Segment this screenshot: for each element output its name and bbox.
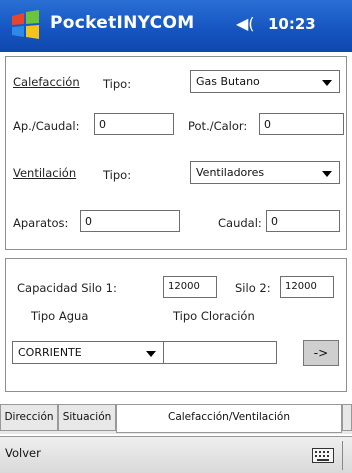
tab-situacion[interactable]: Situación [58, 405, 116, 431]
menu-separator [342, 441, 343, 470]
silo2-label: Silo 2: [235, 281, 271, 295]
tab-calefaccion-ventilacion[interactable]: Calefacción/Ventilación [116, 405, 342, 433]
silo2-input[interactable]: 12000 [280, 276, 334, 298]
keyboard-icon[interactable] [312, 448, 334, 463]
tab-direccion[interactable]: Dirección [0, 405, 58, 431]
heating-type-select[interactable]: Gas Butano [190, 70, 340, 93]
aparatos-label: Aparatos: [13, 216, 69, 230]
caudal-label: Caudal: [218, 216, 262, 230]
chevron-down-icon [322, 171, 332, 177]
tipo-agua-value: CORRIENTE [18, 346, 82, 359]
clock[interactable]: 10:23 [268, 15, 316, 33]
ap-caudal-input[interactable]: 0 [94, 113, 174, 135]
tipo-cloracion-input[interactable] [163, 341, 277, 364]
windows-flag-icon[interactable] [10, 10, 42, 40]
chevron-down-icon [322, 80, 332, 86]
silo1-input[interactable]: 12000 [163, 276, 217, 298]
back-button[interactable]: Volver [5, 446, 41, 460]
tipo-cloracion-label: Tipo Cloración [173, 309, 255, 323]
tipo-agua-select[interactable]: CORRIENTE [12, 341, 164, 364]
tab-overflow[interactable] [342, 405, 352, 431]
ventilation-type-select[interactable]: Ventiladores [190, 161, 340, 184]
aparatos-input[interactable]: 0 [80, 210, 180, 232]
ventilation-type-label: Tipo: [103, 168, 132, 182]
pot-calor-label: Pot./Calor: [188, 119, 248, 133]
pot-calor-input[interactable]: 0 [259, 113, 344, 135]
heating-type-value: Gas Butano [196, 75, 260, 88]
heating-heading: Calefacción [13, 75, 80, 89]
tab-strip: Dirección Situación Calefacción/Ventilac… [0, 404, 352, 434]
title-bar: PocketINYCOM ◀( 10:23 [0, 0, 352, 52]
speaker-icon[interactable]: ◀( [236, 14, 255, 33]
ventilation-type-value: Ventiladores [196, 166, 265, 179]
menu-bar: Volver [0, 436, 352, 473]
ap-caudal-label: Ap./Caudal: [13, 119, 80, 133]
silo1-label: Capacidad Silo 1: [17, 281, 117, 295]
chevron-down-icon [146, 351, 156, 357]
heating-type-label: Tipo: [103, 77, 132, 91]
go-button[interactable]: -> [303, 340, 339, 366]
caudal-input[interactable]: 0 [266, 210, 340, 232]
app-title: PocketINYCOM [50, 13, 195, 33]
tipo-agua-label: Tipo Agua [31, 309, 89, 323]
ventilation-heading: Ventilación [13, 166, 77, 180]
